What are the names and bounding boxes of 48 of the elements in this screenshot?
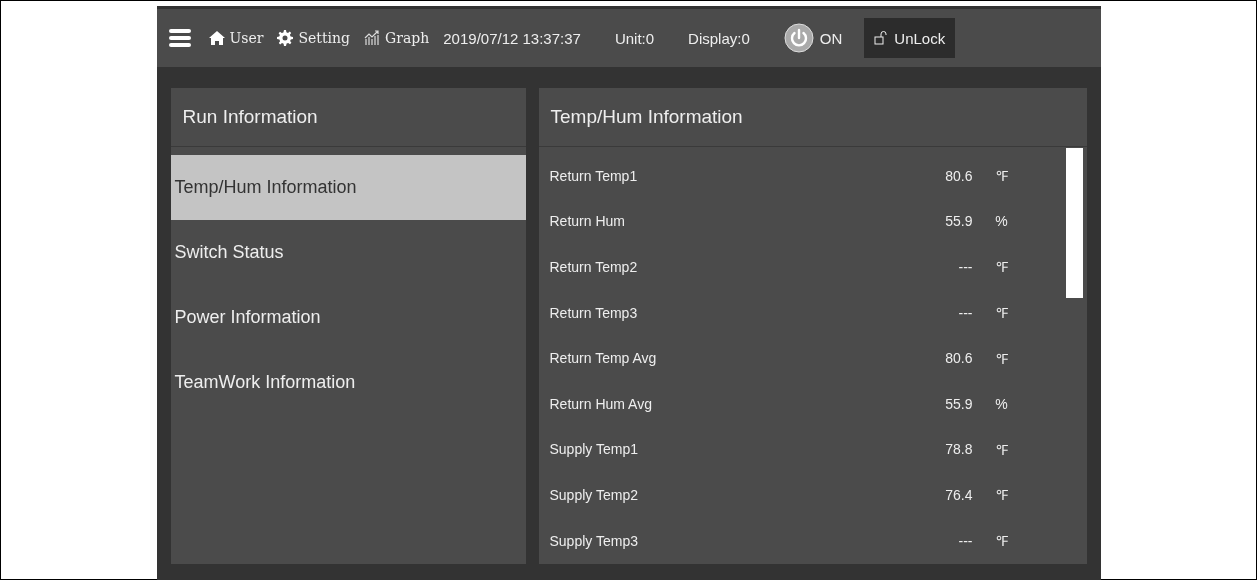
chart-icon: [364, 30, 381, 46]
row-unit: ℉: [994, 440, 1009, 459]
sidebar-item[interactable]: Power Information: [170, 285, 526, 350]
row-unit: %: [994, 213, 1009, 230]
row-label: Return Temp1: [549, 167, 639, 184]
row-unit: ℉: [994, 486, 1009, 505]
row-value: 80.6: [944, 167, 973, 184]
nav-link[interactable]: Graph: [364, 30, 430, 46]
sidebar-title: Run Information: [170, 88, 526, 147]
row-label: Return Temp2: [549, 259, 639, 275]
row-label: Return Hum: [549, 213, 626, 230]
row-label: Return Temp3: [549, 304, 639, 321]
panel-title: Temp/Hum Information: [538, 88, 1087, 147]
padlock-icon: [874, 31, 889, 45]
row-label: Supply Temp1: [549, 441, 639, 458]
row-value: 78.8: [944, 441, 973, 458]
power-icon[interactable]: [783, 23, 814, 53]
row-value: ---: [957, 532, 973, 549]
row-value: ---: [957, 304, 973, 321]
unit-label: Unit:0: [614, 29, 655, 47]
settings-icon: [277, 30, 294, 46]
display-label: Display:0: [688, 29, 750, 47]
row-unit: ℉: [994, 532, 1009, 551]
menu-icon[interactable]: [168, 29, 191, 47]
row-value: 76.4: [944, 486, 973, 503]
scrollbar-thumb[interactable]: [1065, 148, 1083, 298]
row-value: 80.6: [944, 350, 973, 367]
home-icon: [208, 30, 225, 46]
row-label: Supply Temp3: [549, 532, 639, 549]
nav-link[interactable]: User: [208, 30, 264, 46]
row-label: Return Hum Avg: [549, 395, 653, 412]
row-unit: ℉: [994, 258, 1009, 277]
datetime: 2019/07/12 13:37:37: [443, 29, 581, 47]
row-unit: ℉: [994, 304, 1009, 323]
sidebar-item[interactable]: Switch Status: [170, 220, 526, 285]
row-label: Supply Temp2: [549, 486, 639, 503]
row-value: 55.9: [944, 395, 973, 412]
row-value: 55.9: [944, 213, 973, 230]
row-unit: ℉: [994, 167, 1009, 186]
sidebar-item[interactable]: TeamWork Information: [170, 350, 526, 415]
nav-link[interactable]: Setting: [277, 30, 351, 46]
unlock-button[interactable]: UnLock: [864, 18, 956, 58]
row-value: ---: [957, 259, 973, 275]
sidebar-item[interactable]: Temp/Hum Information: [170, 155, 526, 220]
row-unit: %: [994, 395, 1009, 412]
power-status: ON: [819, 29, 843, 47]
row-unit: ℉: [994, 349, 1009, 368]
row-label: Return Temp Avg: [549, 350, 658, 367]
